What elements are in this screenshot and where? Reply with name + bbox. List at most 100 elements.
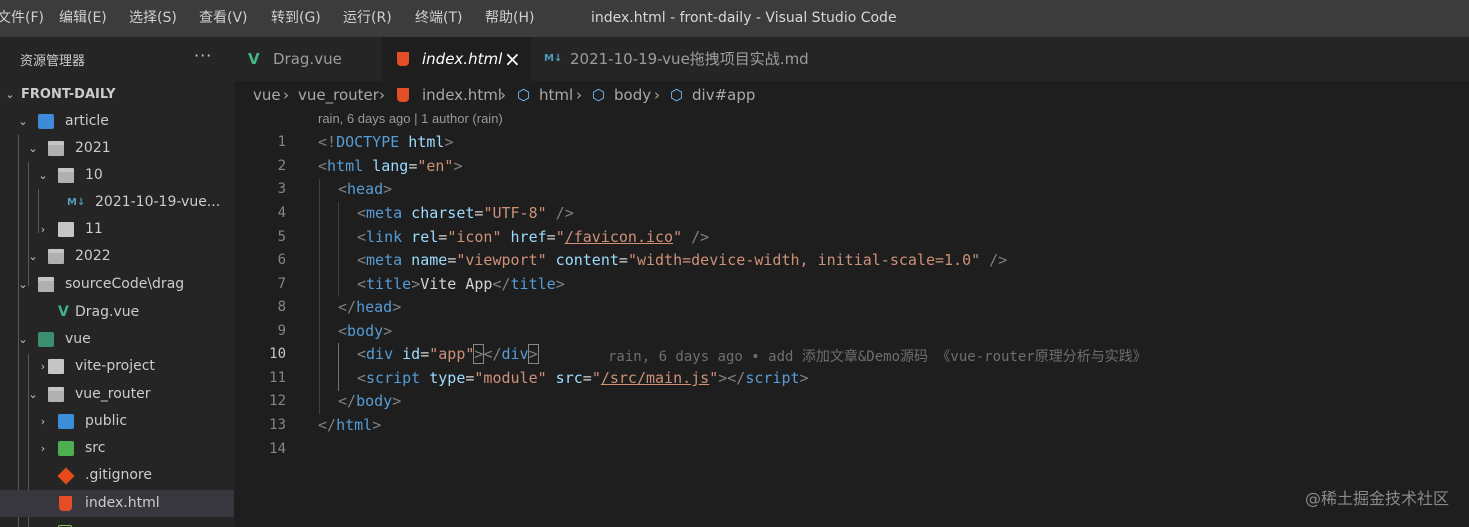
breadcrumb-item[interactable]: index.html [422, 81, 502, 109]
tree-item-label: index.html [85, 495, 160, 511]
code-line-5: <link rel="icon" href="/favicon.ico" /> [357, 228, 710, 246]
tree-folder-src[interactable]: › src [0, 435, 234, 462]
menu-help[interactable]: 帮助(H) [485, 0, 534, 37]
menu-selection[interactable]: 选择(S) [129, 0, 177, 37]
tree-file-index-html[interactable]: index.html [0, 490, 234, 517]
codelens-blame[interactable]: rain, 6 days ago | 1 author (rain) [318, 111, 503, 126]
cube-icon: ⬡ [670, 86, 684, 104]
code-line-3: <head> [338, 180, 393, 198]
breadcrumb-item[interactable]: html [539, 81, 573, 109]
favicon-link[interactable]: /favicon.ico [565, 228, 673, 246]
breadcrumb-item[interactable]: vue [253, 81, 281, 109]
breadcrumb: vue › vue_router › index.html › ⬡ html ›… [234, 81, 1469, 109]
breadcrumb-item[interactable]: body [614, 81, 651, 109]
code-editor[interactable]: rain, 6 days ago | 1 author (rain) 1 2 3… [234, 109, 1469, 527]
cube-icon: ⬡ [592, 86, 606, 104]
indent-guide-active [338, 343, 339, 391]
more-actions-icon[interactable]: ··· [194, 46, 212, 65]
tree-item-label: 2021-10-19-vue... [95, 194, 221, 210]
code-line-9: <body> [338, 322, 393, 340]
menu-run[interactable]: 运行(R) [343, 0, 392, 37]
breadcrumb-item[interactable]: vue_router [298, 81, 379, 109]
html-icon [397, 52, 409, 66]
tab-label: 2021-10-19-vue拖拽项目实战.md [570, 50, 809, 68]
folder-vue-icon [38, 332, 54, 347]
line-number: 1 [277, 134, 286, 150]
line-number: 3 [277, 181, 286, 197]
line-number: 14 [269, 441, 286, 457]
tree-file-partial[interactable] [0, 517, 234, 527]
tree-folder-10[interactable]: ⌄ 10 [0, 162, 234, 189]
tree-file-gitignore[interactable]: .gitignore [0, 462, 234, 489]
line-number: 6 [277, 252, 286, 268]
code-line-2: <html lang="en"> [318, 157, 463, 175]
tab-drag-vue[interactable]: V Drag.vue [234, 37, 382, 81]
chevron-down-icon: ⌄ [18, 115, 28, 128]
indent-guide [338, 202, 339, 297]
tree-item-label: vite-project [75, 358, 155, 374]
close-icon[interactable]: × [504, 37, 521, 81]
tree-item-label: vue_router [75, 386, 151, 402]
tree-folder-vue-router[interactable]: ⌄ vue_router [0, 381, 234, 408]
code-line-4: <meta charset="UTF-8" /> [357, 204, 574, 222]
tree-item-label: .gitignore [85, 467, 152, 483]
folder-article-icon [38, 114, 54, 129]
cube-icon: ⬡ [517, 86, 531, 104]
tree-folder-11[interactable]: › 11 [0, 216, 234, 243]
chevron-down-icon: ⌄ [28, 142, 38, 155]
tree-item-label: 2022 [75, 248, 111, 264]
chevron-down-icon: ⌄ [28, 388, 38, 401]
menu-file[interactable]: 文件(F) [0, 0, 44, 37]
breadcrumb-item[interactable]: div#app [692, 81, 755, 109]
tree-folder-article[interactable]: ⌄ article [0, 108, 234, 135]
tree-item-label: Drag.vue [75, 304, 140, 320]
menu-view[interactable]: 查看(V) [199, 0, 248, 37]
line-number: 7 [277, 276, 286, 292]
menu-terminal[interactable]: 终端(T) [415, 0, 462, 37]
chevron-down-icon: ⌄ [18, 333, 28, 346]
line-number: 5 [277, 229, 286, 245]
explorer-header: 资源管理器 ··· [0, 37, 234, 81]
tree-item-label: public [85, 413, 128, 429]
markdown-icon: M↓ [544, 53, 563, 64]
tab-markdown[interactable]: M↓ 2021-10-19-vue拖拽项目实战.md [531, 37, 842, 81]
chevron-right-icon: › [654, 86, 660, 104]
line-number: 8 [277, 299, 286, 315]
tree-file-drag-vue[interactable]: V Drag.vue [0, 299, 234, 326]
vue-icon: V [248, 50, 260, 68]
tree-file-md[interactable]: M↓ 2021-10-19-vue... [0, 189, 234, 216]
code-line-1: <!DOCTYPE html> [318, 133, 454, 151]
tree-item-label: src [85, 440, 106, 456]
watermark: @稀土掘金技术社区 [1304, 489, 1449, 508]
folder-open-icon [38, 277, 54, 292]
html-icon [59, 496, 72, 511]
line-number: 12 [269, 393, 286, 409]
tree-folder-public[interactable]: › public [0, 408, 234, 435]
tree-folder-2021[interactable]: ⌄ 2021 [0, 135, 234, 162]
markdown-icon: M↓ [67, 197, 86, 208]
tree-item-label: vue [65, 331, 91, 347]
vue-icon: V [58, 304, 69, 320]
menu-edit[interactable]: 编辑(E) [59, 0, 107, 37]
line-number: 11 [269, 370, 286, 386]
folder-open-icon [48, 387, 64, 402]
line-number: 13 [269, 417, 286, 433]
chevron-down-icon: ⌄ [28, 250, 38, 263]
tree-root-front-daily[interactable]: ⌄ FRONT-DAILY [0, 81, 234, 108]
chevron-right-icon: › [40, 223, 46, 236]
editor-tab-bar: V Drag.vue index.html × M↓ 2021-10-19-vu… [234, 37, 1469, 81]
folder-public-icon [58, 414, 74, 429]
code-line-6: <meta name="viewport" content="width=dev… [357, 251, 1008, 269]
tree-folder-vite-project[interactable]: › vite-project [0, 353, 234, 380]
tree-item-label: 10 [85, 167, 103, 183]
tab-label: Drag.vue [273, 50, 342, 68]
menu-go[interactable]: 转到(G) [271, 0, 321, 37]
inline-blame: rain, 6 days ago • add 添加文章&Demo源码 《vue-… [608, 349, 1147, 365]
html-icon [397, 88, 409, 102]
tab-index-html[interactable]: index.html × [382, 37, 531, 81]
line-number: 4 [277, 205, 286, 221]
main-js-link[interactable]: /src/main.js [601, 369, 709, 387]
tree-folder-vue[interactable]: ⌄ vue [0, 326, 234, 353]
tree-folder-2022[interactable]: ⌄ 2022 [0, 243, 234, 270]
tree-folder-sourcecode-drag[interactable]: ⌄ sourceCode\drag [0, 271, 234, 298]
